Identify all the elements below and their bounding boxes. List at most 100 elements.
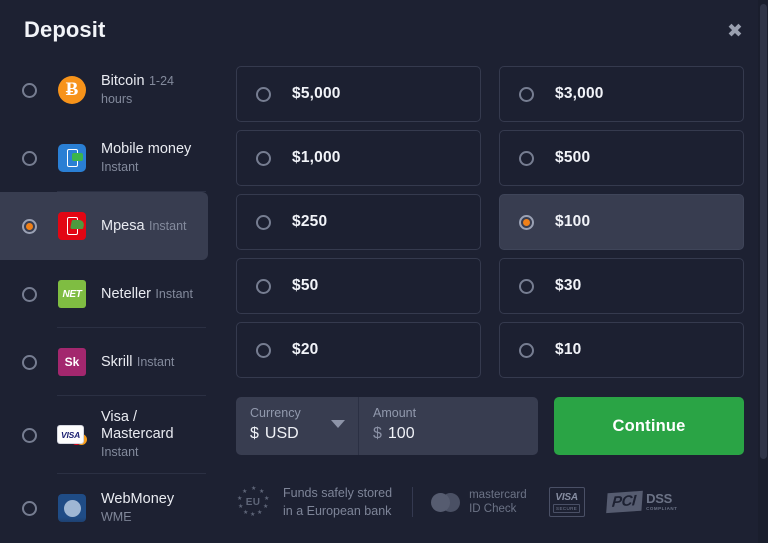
- sidebar-item-text: WebMoney WME: [101, 490, 208, 526]
- amount-label: $10: [555, 341, 582, 358]
- divider: [412, 487, 414, 517]
- chevron-down-icon[interactable]: [331, 420, 345, 428]
- amount-value: $ 100: [373, 425, 524, 443]
- close-icon[interactable]: ✖: [722, 18, 748, 44]
- mastercard-idcheck-badge: mastercard ID Check: [431, 488, 527, 517]
- radio-amount[interactable]: [256, 150, 271, 166]
- amount-number[interactable]: 100: [388, 425, 415, 443]
- sidebar-item-mpesa[interactable]: Mpesa Instant: [0, 192, 208, 260]
- currency-amount-group: Currency $ USD Amount $ 100: [236, 397, 538, 455]
- method-name: WebMoney: [101, 490, 175, 507]
- method-name: Visa / Mastercard: [101, 408, 174, 442]
- amount-option-selected[interactable]: $100: [499, 194, 744, 250]
- sidebar-item-webmoney[interactable]: WebMoney WME: [0, 474, 208, 542]
- amount-label: $5,000: [292, 85, 341, 102]
- radio-amount[interactable]: [519, 86, 534, 102]
- amount-label: $3,000: [555, 85, 604, 102]
- amount-label: $1,000: [292, 149, 341, 166]
- pci-dss-badge: PCI DSS COMPLIANT: [605, 490, 678, 514]
- dialog-body: Ƀ Bitcoin 1-24 hours Mobile money Instan…: [0, 62, 768, 543]
- pci-dss-title: DSS: [646, 491, 672, 507]
- safety-note-line2: in a European bank: [283, 504, 392, 518]
- safety-note: Funds safely stored in a European bank: [283, 484, 392, 520]
- visa-secure-line1: VISA: [555, 491, 578, 503]
- radio-bitcoin[interactable]: [22, 82, 37, 98]
- mastercard-line1: mastercard: [469, 488, 527, 501]
- deposit-main-panel: $5,000 $3,000 $1,000 $500 $250 $100 $50 …: [232, 62, 748, 543]
- amount-option[interactable]: $250: [236, 194, 481, 250]
- radio-amount[interactable]: [519, 214, 534, 230]
- amount-option[interactable]: $20: [236, 322, 481, 378]
- sidebar-item-neteller[interactable]: NET Neteller Instant: [0, 260, 208, 328]
- deposit-dialog: Deposit ✖ Ƀ Bitcoin 1-24 hours Mobile mo…: [0, 0, 768, 543]
- mastercard-line2: ID Check: [469, 503, 517, 515]
- currency-value: $ USD: [250, 425, 344, 443]
- mpesa-icon: [58, 212, 86, 240]
- page-title: Deposit: [24, 17, 106, 42]
- continue-button[interactable]: Continue: [554, 397, 744, 455]
- mobile-money-icon: [58, 144, 86, 172]
- amount-symbol: $: [373, 425, 382, 442]
- sidebar-item-visa-mastercard[interactable]: VISA Visa / Mastercard Instant: [0, 396, 208, 474]
- amount-label: $500: [555, 149, 591, 166]
- radio-amount[interactable]: [519, 150, 534, 166]
- amount-label: $100: [555, 213, 591, 230]
- method-sub: Instant: [101, 160, 139, 175]
- amount-label: $50: [292, 277, 319, 294]
- sidebar-item-text: Skrill Instant: [101, 353, 174, 371]
- amount-option[interactable]: $3,000: [499, 66, 744, 122]
- mastercard-text: mastercard ID Check: [469, 488, 527, 517]
- deposit-form-row: Currency $ USD Amount $ 100 Continue: [236, 397, 744, 455]
- safety-note-line1: Funds safely stored: [283, 485, 393, 500]
- sidebar-item-text: Visa / Mastercard Instant: [101, 409, 193, 461]
- radio-amount[interactable]: [256, 278, 271, 294]
- visa-logo: VISA: [58, 426, 83, 443]
- radio-amount[interactable]: [256, 214, 271, 230]
- radio-amount[interactable]: [519, 278, 534, 294]
- amount-field-label: Amount: [373, 406, 417, 420]
- amount-label: $250: [292, 213, 328, 230]
- amount-option[interactable]: $1,000: [236, 130, 481, 186]
- sidebar-item-mobile-money[interactable]: Mobile money Instant: [0, 124, 208, 192]
- eu-label: EU: [245, 496, 261, 508]
- radio-amount[interactable]: [256, 86, 271, 102]
- amount-options-grid: $5,000 $3,000 $1,000 $500 $250 $100 $50 …: [236, 66, 744, 378]
- method-name: Skrill: [101, 353, 133, 370]
- currency-symbol: $: [250, 425, 259, 442]
- sidebar-item-text: Mobile money Instant: [101, 140, 208, 176]
- radio-mobile-money[interactable]: [22, 150, 37, 166]
- amount-input[interactable]: Amount $ 100: [358, 397, 538, 455]
- radio-neteller[interactable]: [22, 286, 37, 302]
- radio-skrill[interactable]: [22, 354, 37, 370]
- currency-select[interactable]: Currency $ USD: [236, 397, 358, 455]
- radio-mpesa[interactable]: [22, 218, 37, 234]
- mastercard-icon: [431, 492, 461, 512]
- visa-secure-line2: SECURE: [553, 503, 581, 513]
- radio-webmoney[interactable]: [22, 500, 37, 516]
- amount-option[interactable]: $5,000: [236, 66, 481, 122]
- scrollbar-thumb[interactable]: [760, 4, 767, 459]
- sidebar-item-text: Mpesa Instant: [101, 217, 187, 235]
- method-sub: WME: [101, 510, 132, 525]
- sidebar-item-skrill[interactable]: Sk Skrill Instant: [0, 328, 208, 396]
- method-sub: Instant: [155, 286, 193, 301]
- pci-compliant-sub: COMPLIANT: [646, 506, 678, 512]
- scrollbar-track[interactable]: [758, 0, 768, 543]
- pci-text: DSS COMPLIANT: [646, 492, 677, 512]
- radio-amount[interactable]: [519, 342, 534, 358]
- currency-label: Currency: [250, 406, 301, 420]
- visa-secure-badge: VISA SECURE: [548, 487, 585, 517]
- currency-code: USD: [264, 425, 299, 442]
- sidebar-item-bitcoin[interactable]: Ƀ Bitcoin 1-24 hours: [0, 62, 208, 124]
- amount-option[interactable]: $30: [499, 258, 744, 314]
- method-sub: Instant: [101, 445, 139, 460]
- radio-visa-mastercard[interactable]: [22, 427, 37, 443]
- payment-method-list[interactable]: Ƀ Bitcoin 1-24 hours Mobile money Instan…: [0, 62, 208, 543]
- amount-option[interactable]: $500: [499, 130, 744, 186]
- radio-amount[interactable]: [256, 342, 271, 358]
- amount-option[interactable]: $50: [236, 258, 481, 314]
- skrill-icon: Sk: [58, 348, 86, 376]
- visa-mastercard-icon: VISA: [58, 421, 87, 449]
- amount-option[interactable]: $10: [499, 322, 744, 378]
- method-name: Bitcoin: [101, 72, 145, 89]
